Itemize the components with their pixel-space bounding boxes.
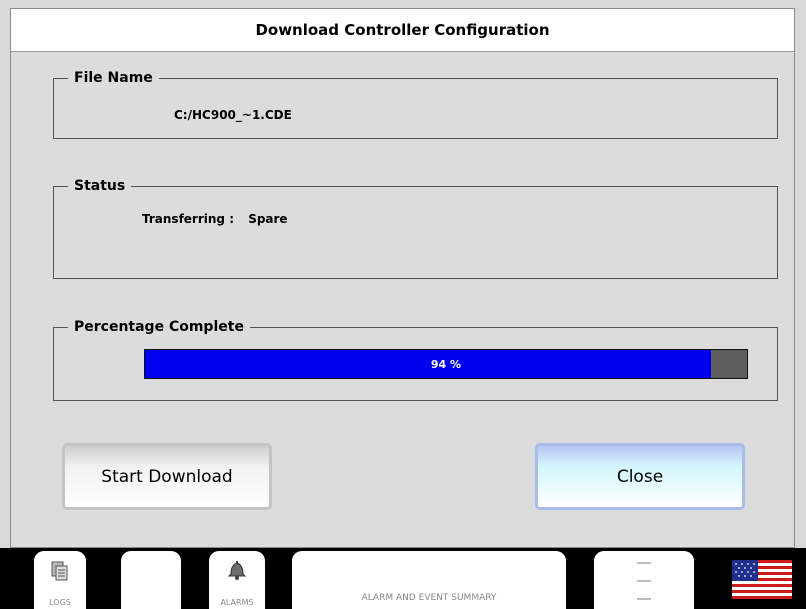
alarm-event-summary-label: ALARM AND EVENT SUMMARY bbox=[361, 593, 497, 603]
file-name-legend: File Name bbox=[74, 70, 153, 86]
file-name-value: C:/HC900_~1.CDE bbox=[174, 108, 292, 122]
logs-label: LOGS bbox=[49, 598, 71, 607]
dialog-title: Download Controller Configuration bbox=[11, 9, 794, 52]
logs-icon bbox=[51, 561, 68, 581]
alarms-button[interactable]: ALARMS bbox=[209, 551, 265, 609]
menu-button[interactable] bbox=[594, 551, 694, 609]
bell-icon bbox=[227, 561, 247, 580]
status-value: Spare bbox=[248, 212, 288, 226]
us-flag-icon[interactable] bbox=[732, 560, 792, 599]
alarm-event-summary-button[interactable]: ALARM AND EVENT SUMMARY bbox=[292, 551, 566, 609]
close-button[interactable]: Close bbox=[535, 443, 745, 510]
progress-bar: 94 % bbox=[144, 349, 748, 379]
start-download-button[interactable]: Start Download bbox=[62, 443, 272, 510]
dialog-title-text: Download Controller Configuration bbox=[255, 21, 550, 39]
menu-lines-icon bbox=[637, 562, 651, 600]
logs-button[interactable]: LOGS bbox=[34, 551, 86, 609]
progress-percent-text: 94 % bbox=[430, 357, 462, 371]
status-group: Status Transferring : Spare bbox=[53, 178, 778, 279]
blank-taskbar-button[interactable] bbox=[121, 551, 181, 609]
percentage-legend: Percentage Complete bbox=[74, 319, 244, 335]
status-line: Transferring : Spare bbox=[142, 212, 288, 226]
close-label: Close bbox=[616, 466, 664, 487]
file-name-group: File Name C:/HC900_~1.CDE bbox=[53, 70, 778, 139]
status-legend: Status bbox=[74, 178, 126, 194]
taskbar: LOGS ALARMS ALARM AND EVENT SUMMARY bbox=[0, 548, 806, 609]
start-download-label: Start Download bbox=[101, 466, 233, 487]
status-label: Transferring : bbox=[142, 212, 234, 226]
percentage-group: Percentage Complete 94 % bbox=[53, 319, 778, 401]
alarms-label: ALARMS bbox=[220, 598, 254, 607]
